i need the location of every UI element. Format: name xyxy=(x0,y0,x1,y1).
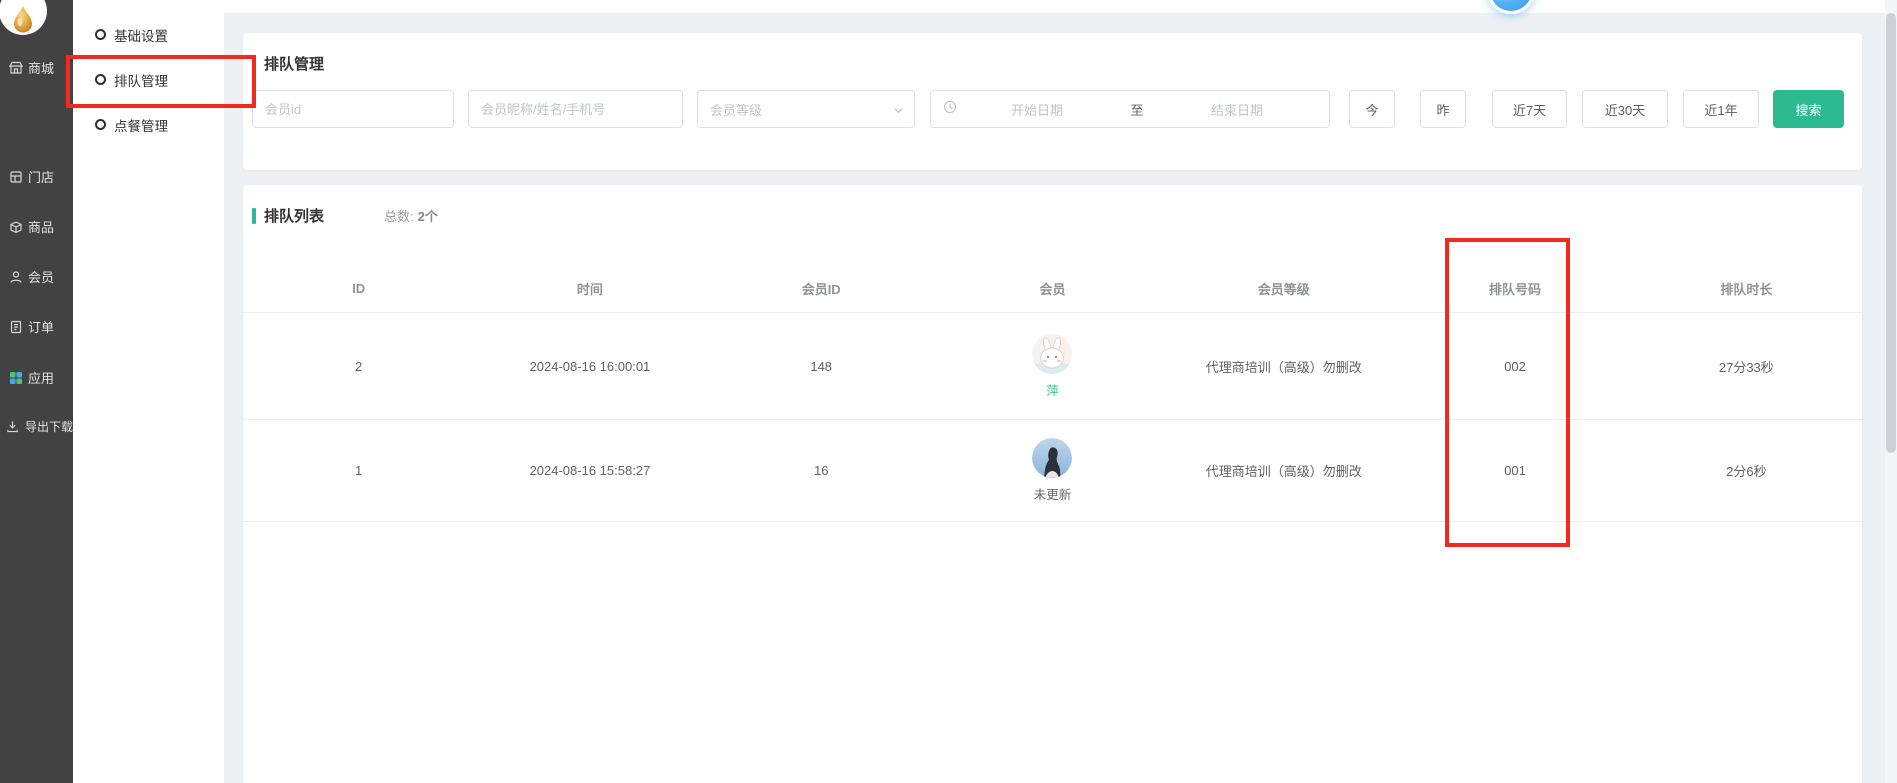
cell-member-id: 148 xyxy=(706,359,937,374)
photo-person-avatar xyxy=(1032,438,1072,478)
cartoon-rabbit-avatar xyxy=(1032,334,1072,374)
cell-id: 2 xyxy=(243,359,474,374)
sidebar-item-label: 商品 xyxy=(28,217,54,236)
sidebar-item-goods[interactable]: 商品 xyxy=(9,217,54,236)
cell-member-level: 代理商培训（高级）勿删改 xyxy=(1168,461,1399,480)
brand-logo xyxy=(0,0,47,35)
sidebar-item-member[interactable]: 会员 xyxy=(9,267,54,286)
table-row: 1 2024-08-16 15:58:27 16 xyxy=(243,420,1862,522)
radio-circle-icon xyxy=(95,74,106,85)
column-header-queue-no: 排队号码 xyxy=(1399,279,1630,298)
table-row: 2 2024-08-16 16:00:01 148 xyxy=(243,313,1862,420)
accent-bar xyxy=(252,208,256,224)
member-level-select[interactable]: 会员等级 xyxy=(697,90,915,128)
sidebar-item-label: 订单 xyxy=(28,317,54,336)
submenu-item-queue-management[interactable]: 排队管理 xyxy=(73,57,224,102)
total-label: 总数: xyxy=(384,209,414,224)
panel-header: 排队管理 xyxy=(243,33,1862,74)
scrollbar-thumb[interactable] xyxy=(1886,13,1896,453)
cell-member: 未更新 xyxy=(937,438,1168,503)
quick-1year-button[interactable]: 近1年 xyxy=(1683,90,1759,128)
sidebar-item-label: 应用 xyxy=(28,368,54,387)
cell-queue-no: 002 xyxy=(1399,359,1630,374)
cell-queue-no: 001 xyxy=(1399,463,1630,478)
quick-today-button[interactable]: 今 xyxy=(1349,90,1395,128)
goods-icon xyxy=(9,220,23,234)
member-name: 未更新 xyxy=(1034,484,1072,503)
sidebar-item-label: 导出下载 xyxy=(25,418,73,435)
quick-7days-button[interactable]: 近7天 xyxy=(1492,90,1567,128)
sidebar-item-order[interactable]: 订单 xyxy=(9,317,54,336)
cell-duration: 2分6秒 xyxy=(1631,461,1862,480)
gold-drop-icon xyxy=(12,5,34,33)
column-header-member: 会员 xyxy=(937,279,1168,298)
top-bar xyxy=(224,0,1897,13)
filter-panel: 排队管理 会员等级 开始日期 至 结束日期 xyxy=(243,33,1862,170)
cell-member: 萍 xyxy=(937,334,1168,399)
filter-row: 会员等级 开始日期 至 结束日期 今 昨 近7天 近30天 近1年 xyxy=(252,90,1862,128)
accent-bar xyxy=(252,56,256,72)
order-icon xyxy=(9,320,23,334)
column-header-id: ID xyxy=(243,281,474,296)
sidebar-item-store[interactable]: 门店 xyxy=(9,167,54,186)
cell-duration: 27分33秒 xyxy=(1631,357,1862,376)
cell-time: 2024-08-16 16:00:01 xyxy=(474,359,705,374)
page-scrollbar[interactable] xyxy=(1885,0,1897,783)
member-id-input[interactable] xyxy=(252,90,454,128)
page-title: 排队管理 xyxy=(264,53,324,74)
cell-member-id: 16 xyxy=(706,463,937,478)
search-button[interactable]: 搜索 xyxy=(1773,90,1844,128)
member-name: 萍 xyxy=(1046,380,1059,399)
app-root: 商城 门店 商品 会员 订单 xyxy=(0,0,1897,783)
sidebar-item-mall[interactable]: 商城 xyxy=(9,58,54,77)
sidebar-item-label: 商城 xyxy=(28,58,54,77)
sidebar-item-apps[interactable]: 应用 xyxy=(9,368,54,387)
total-value: 2个 xyxy=(418,209,438,224)
sidebar-item-label: 门店 xyxy=(28,167,54,186)
date-range-picker[interactable]: 开始日期 至 结束日期 xyxy=(930,90,1330,128)
submenu-item-label: 排队管理 xyxy=(114,70,168,90)
queue-list-panel: 排队列表 总数:2个 ID 时间 会员ID 会员 会员等级 排队号码 排队时长 … xyxy=(243,185,1862,783)
cell-id: 1 xyxy=(243,463,474,478)
cell-member-level: 代理商培训（高级）勿删改 xyxy=(1168,357,1399,376)
column-header-member-level: 会员等级 xyxy=(1168,279,1399,298)
submenu-item-basic-settings[interactable]: 基础设置 xyxy=(73,12,224,57)
sidebar-item-label: 会员 xyxy=(28,267,54,286)
list-title: 排队列表 xyxy=(264,205,324,226)
member-icon xyxy=(9,270,23,284)
radio-circle-icon xyxy=(95,119,106,130)
download-icon xyxy=(6,420,20,434)
submenu-item-label: 基础设置 xyxy=(114,25,168,45)
radio-circle-icon xyxy=(95,29,106,40)
column-header-member-id: 会员ID xyxy=(706,279,937,298)
end-date-placeholder: 结束日期 xyxy=(1157,100,1317,119)
member-level-placeholder: 会员等级 xyxy=(710,100,762,119)
column-header-duration: 排队时长 xyxy=(1631,279,1862,298)
apps-icon xyxy=(9,371,23,385)
sidebar-item-export[interactable]: 导出下载 xyxy=(6,418,73,435)
member-name-input[interactable] xyxy=(468,90,683,128)
table-header-row: ID 时间 会员ID 会员 会员等级 排队号码 排队时长 xyxy=(243,265,1862,313)
main-content: 排队管理 会员等级 开始日期 至 结束日期 xyxy=(224,0,1897,783)
secondary-sidebar: 基础设置 排队管理 点餐管理 xyxy=(73,0,224,783)
list-header: 排队列表 总数: 2个 xyxy=(243,185,1862,226)
clock-icon xyxy=(943,100,957,119)
total-count: 总数: 2个 xyxy=(384,206,438,225)
quick-30days-button[interactable]: 近30天 xyxy=(1582,90,1668,128)
submenu-item-label: 点餐管理 xyxy=(114,115,168,135)
store-icon xyxy=(9,170,23,184)
submenu-item-ordering-management[interactable]: 点餐管理 xyxy=(73,102,224,147)
column-header-time: 时间 xyxy=(474,279,705,298)
cell-time: 2024-08-16 15:58:27 xyxy=(474,463,705,478)
date-separator: 至 xyxy=(1117,100,1157,119)
start-date-placeholder: 开始日期 xyxy=(957,100,1117,119)
chevron-down-icon xyxy=(893,104,904,119)
quick-yesterday-button[interactable]: 昨 xyxy=(1420,90,1466,128)
primary-sidebar: 商城 门店 商品 会员 订单 xyxy=(0,0,73,783)
shop-icon xyxy=(9,61,23,75)
